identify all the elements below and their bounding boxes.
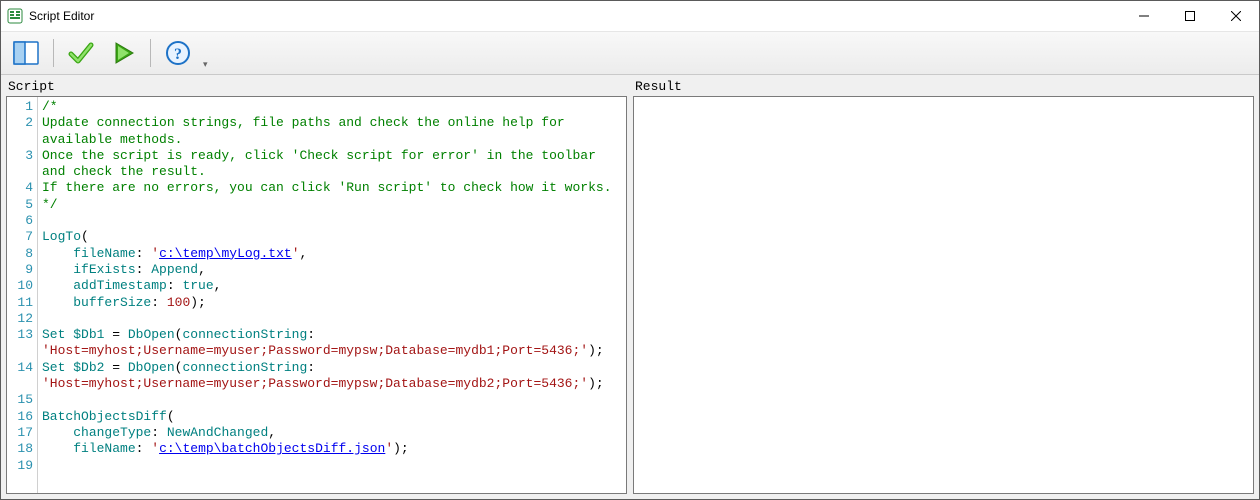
code-line[interactable]: Set $Db2 = DbOpen(connectionString: 'Hos…: [42, 360, 622, 393]
script-editor[interactable]: 12.3.45678910111213.14.1516171819 /*Upda…: [6, 96, 627, 494]
code-line[interactable]: /*: [42, 99, 622, 115]
code-line[interactable]: Set $Db1 = DbOpen(connectionString: 'Hos…: [42, 327, 622, 360]
code-line[interactable]: */: [42, 197, 622, 213]
code-line[interactable]: fileName: 'c:\temp\batchObjectsDiff.json…: [42, 441, 622, 457]
result-area[interactable]: [633, 96, 1254, 494]
svg-text:?: ?: [174, 46, 182, 63]
script-pane: Script 12.3.45678910111213.14.1516171819…: [6, 79, 627, 494]
maximize-button[interactable]: [1167, 1, 1213, 31]
result-pane-header: Result: [633, 79, 1254, 96]
code-line[interactable]: bufferSize: 100);: [42, 295, 622, 311]
code-line[interactable]: [42, 213, 622, 229]
code-line[interactable]: If there are no errors, you can click 'R…: [42, 180, 622, 196]
minimize-button[interactable]: [1121, 1, 1167, 31]
code-line[interactable]: Update connection strings, file paths an…: [42, 115, 622, 148]
title-bar: Script Editor: [1, 1, 1259, 32]
check-icon: [67, 39, 95, 67]
app-icon: [7, 8, 23, 24]
toolbar-separator: [150, 39, 151, 67]
help-button[interactable]: ?: [159, 34, 197, 72]
code-line[interactable]: fileName: 'c:\temp\myLog.txt',: [42, 246, 622, 262]
code-line[interactable]: BatchObjectsDiff(: [42, 409, 622, 425]
toolbar-separator: [53, 39, 54, 67]
code-line[interactable]: Once the script is ready, click 'Check s…: [42, 148, 622, 181]
toolbar: ? ▾: [1, 32, 1259, 75]
help-icon: ?: [164, 39, 192, 67]
code-line[interactable]: ifExists: Append,: [42, 262, 622, 278]
close-button[interactable]: [1213, 1, 1259, 31]
script-pane-header: Script: [6, 79, 627, 96]
code-line[interactable]: changeType: NewAndChanged,: [42, 425, 622, 441]
toolbar-overflow-button[interactable]: ▾: [201, 57, 210, 72]
code-line[interactable]: [42, 458, 622, 474]
work-area: Script 12.3.45678910111213.14.1516171819…: [1, 75, 1259, 499]
code-line[interactable]: addTimestamp: true,: [42, 278, 622, 294]
code-line[interactable]: [42, 311, 622, 327]
code-area[interactable]: /*Update connection strings, file paths …: [38, 97, 626, 493]
code-line[interactable]: LogTo(: [42, 229, 622, 245]
line-number-gutter: 12.3.45678910111213.14.1516171819: [7, 97, 38, 493]
result-pane: Result: [633, 79, 1254, 494]
play-icon: [109, 39, 137, 67]
window-title: Script Editor: [29, 9, 94, 23]
code-line[interactable]: [42, 392, 622, 408]
layout-icon: [12, 39, 40, 67]
run-script-button[interactable]: [104, 34, 142, 72]
layout-button[interactable]: [7, 34, 45, 72]
app-window: Script Editor: [0, 0, 1260, 500]
check-script-button[interactable]: [62, 34, 100, 72]
